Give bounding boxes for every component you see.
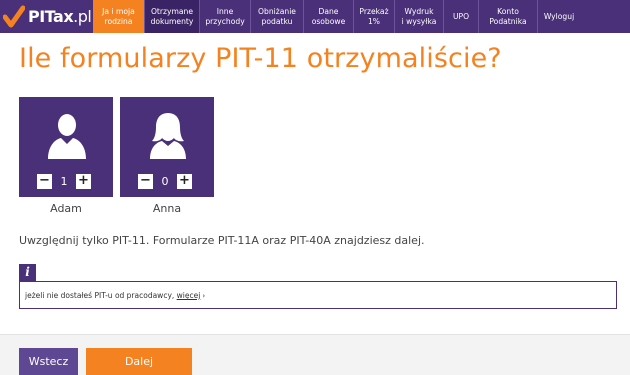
nav-otrzymane-dokumenty[interactable]: Otrzymane dokumenty bbox=[144, 0, 199, 33]
nav-wyloguj[interactable]: Wyloguj bbox=[537, 0, 580, 33]
nav-przekaz-1-procent[interactable]: Przekaż 1% bbox=[353, 0, 394, 33]
person-card-anna: − 0 + bbox=[120, 97, 214, 197]
nav-upo[interactable]: UPO bbox=[443, 0, 478, 33]
increment-button[interactable]: + bbox=[177, 174, 192, 189]
info-box: jeżeli nie dostałeś PIT-u od pracodawcy,… bbox=[19, 281, 617, 309]
page-title: Ile formularzy PIT-11 otrzymaliście? bbox=[19, 43, 502, 74]
nav-dane-osobowe[interactable]: Dane osobowe bbox=[303, 0, 353, 33]
pitax-logo[interactable]: PITax.pl bbox=[0, 0, 93, 33]
person-name-anna: Anna bbox=[152, 202, 182, 215]
counter-adam: − 1 + bbox=[37, 174, 91, 189]
nav-wydruk-i-wysylka[interactable]: Wydruk i wysyłka bbox=[394, 0, 443, 33]
female-user-icon bbox=[145, 111, 191, 159]
info-text: jeżeli nie dostałeś PIT-u od pracodawcy,… bbox=[25, 291, 205, 300]
nav-obnizanie-podatku[interactable]: Obniżanie podatku bbox=[250, 0, 303, 33]
person-name-adam: Adam bbox=[50, 202, 82, 215]
back-button[interactable]: Wstecz bbox=[19, 348, 78, 375]
main-menu: Ja i moja rodzina Otrzymane dokumenty In… bbox=[93, 0, 630, 33]
nav-konto-podatnika[interactable]: Konto Podatnika bbox=[478, 0, 537, 33]
counter-anna: − 0 + bbox=[138, 174, 192, 189]
nav-ja-i-moja-rodzina[interactable]: Ja i moja rodzina bbox=[93, 0, 144, 33]
count-value: 0 bbox=[161, 175, 169, 188]
top-navigation: PITax.pl Ja i moja rodzina Otrzymane dok… bbox=[0, 0, 630, 33]
nav-inne-przychody[interactable]: Inne przychody bbox=[199, 0, 250, 33]
count-value: 1 bbox=[60, 175, 68, 188]
more-link[interactable]: więcej bbox=[177, 291, 201, 300]
logo-text: PITax.pl bbox=[28, 7, 92, 26]
info-message: jeżeli nie dostałeś PIT-u od pracodawcy, bbox=[25, 291, 177, 300]
decrement-button[interactable]: − bbox=[138, 174, 153, 189]
chevron-right-icon: › bbox=[202, 292, 206, 300]
decrement-button[interactable]: − bbox=[37, 174, 52, 189]
next-button[interactable]: Dalej bbox=[86, 348, 192, 375]
person-card-adam: − 1 + bbox=[19, 97, 113, 197]
male-user-icon bbox=[44, 111, 90, 159]
checkmark-logo-icon bbox=[2, 5, 26, 29]
increment-button[interactable]: + bbox=[76, 174, 91, 189]
info-icon: i bbox=[19, 264, 36, 281]
pit-note: Uwzględnij tylko PIT-11. Formularze PIT-… bbox=[19, 234, 425, 247]
